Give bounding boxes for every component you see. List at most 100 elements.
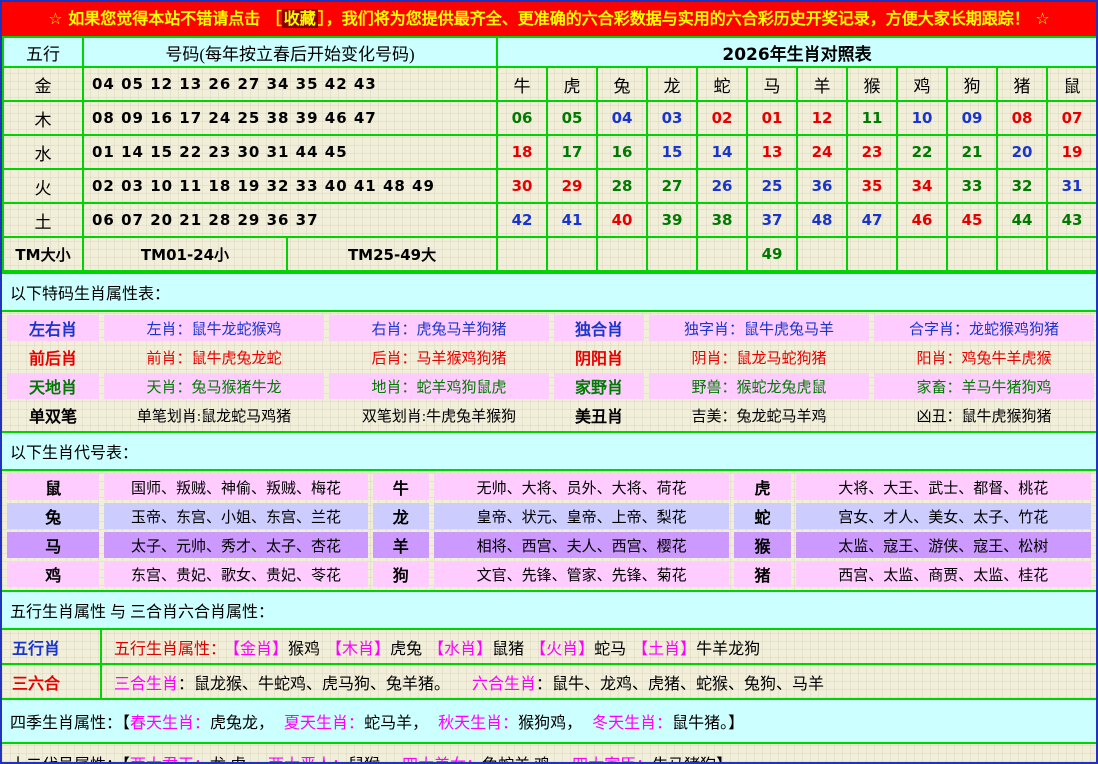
attr-cell: 独字肖：鼠牛虎兔马羊 bbox=[649, 315, 869, 341]
zodiac-number-cell: 30 bbox=[497, 169, 547, 203]
element-zodiacs: 牛羊龙狗 bbox=[696, 641, 760, 658]
bookmark-link[interactable]: 收藏 bbox=[282, 9, 318, 28]
element-zodiacs: 鼠猪 bbox=[492, 641, 524, 658]
elements-zodiac-table: 五行 号码(每年按立春后开始变化号码) 2026年生肖对照表 金 04 05 1… bbox=[2, 36, 1098, 272]
zodiac-header-cell: 虎 bbox=[547, 67, 597, 101]
year-label: 2026 bbox=[722, 45, 769, 65]
sanhe-zodiacs: ：鼠龙猴、牛蛇鸡、虎马狗、兔羊猪。 bbox=[178, 676, 450, 693]
attr-cell: 野兽：猴蛇龙兔虎鼠 bbox=[649, 373, 869, 399]
attr-cell: 阴肖：鼠龙马蛇狗猪 bbox=[649, 344, 869, 370]
sanliuhe-row: 三六合 三合生肖：鼠龙猴、牛蛇鸡、虎马狗、兔羊猪。六合生肖：鼠牛、龙鸡、虎猪、蛇… bbox=[2, 665, 1096, 700]
seasons-prefix: 四季生肖属性：【 bbox=[10, 715, 130, 732]
zodiac-number-cell: 45 bbox=[947, 203, 997, 237]
zodiac-number-cell: 17 bbox=[547, 135, 597, 169]
zodiac-codes-table: 鼠 国师、叛贼、神偷、叛贼、梅花 牛 无帅、大将、员外、大将、荷花 虎 大将、大… bbox=[2, 471, 1096, 590]
code-names: 东宫、贵妃、歌女、贵妃、苓花 bbox=[104, 561, 367, 587]
twelve-label: 四大美女： bbox=[402, 757, 482, 764]
element-numbers: 04 05 12 13 26 27 34 35 42 43 bbox=[83, 67, 497, 101]
attr-cell: 左肖：鼠牛龙蛇猴鸡 bbox=[104, 315, 324, 341]
tm-empty-cell bbox=[697, 237, 747, 271]
zodiac-number-cell: 29 bbox=[547, 169, 597, 203]
twelve-prefix: 十二代号属性：【 bbox=[10, 757, 130, 764]
zodiac-number-cell: 22 bbox=[897, 135, 947, 169]
zodiac-number-cell: 07 bbox=[1047, 101, 1097, 135]
code-row: 鼠 国师、叛贼、神偷、叛贼、梅花 牛 无帅、大将、员外、大将、荷花 虎 大将、大… bbox=[7, 474, 1091, 500]
sanhe-label: 三合生肖 bbox=[114, 676, 178, 693]
zodiac-header-cell: 猴 bbox=[847, 67, 897, 101]
twelve-suffix: 】 bbox=[716, 757, 732, 764]
twelve-codes-row: 十二代号属性：【两大君王：龙 虎两大恶人：鼠猴四大美女：兔蛇羊 鸡四大家臣：牛马… bbox=[2, 744, 1096, 764]
zodiac-number-cell: 03 bbox=[647, 101, 697, 135]
attr-cell: 前肖：鼠牛虎兔龙蛇 bbox=[104, 344, 324, 370]
season-zodiacs: 蛇马羊， bbox=[364, 715, 428, 732]
code-section-title: 以下生肖代号表： bbox=[2, 431, 1096, 471]
code-row: 鸡 东宫、贵妃、歌女、贵妃、苓花 狗 文官、先锋、管家、先锋、菊花 猪 西宫、太… bbox=[7, 561, 1091, 587]
element-label: 火 bbox=[3, 169, 83, 203]
element-numbers: 06 07 20 21 28 29 36 37 bbox=[83, 203, 497, 237]
tm-empty-cell bbox=[647, 237, 697, 271]
wuxing-row-label: 五行肖 bbox=[2, 630, 102, 663]
tm-big-label: TM25-49大 bbox=[287, 237, 497, 271]
attr-cell: 双笔划肖:牛虎兔羊猴狗 bbox=[329, 402, 549, 428]
code-names: 宫女、才人、美女、太子、竹花 bbox=[796, 503, 1091, 529]
tm-size-label: TM大小 bbox=[3, 237, 83, 271]
attr-cell: 阳肖：鸡兔牛羊虎猴 bbox=[874, 344, 1094, 370]
element-numbers: 01 14 15 22 23 30 31 44 45 bbox=[83, 135, 497, 169]
season-zodiacs: 猴狗鸡， bbox=[518, 715, 582, 732]
zodiac-number-cell: 12 bbox=[797, 101, 847, 135]
wuxing-prefix: 五行生肖属性： bbox=[114, 641, 226, 658]
zodiac-number-cell: 39 bbox=[647, 203, 697, 237]
attr-row: 前后肖 前肖：鼠牛虎兔龙蛇 后肖：马羊猴鸡狗猪 阴阳肖 阴肖：鼠龙马蛇狗猪 阳肖… bbox=[7, 344, 1094, 370]
wuxing-part: 【水肖】鼠猪 bbox=[428, 641, 524, 658]
twelve-zodiacs: 兔蛇羊 鸡 bbox=[482, 757, 550, 764]
attr-cell: 吉美：兔龙蛇马羊鸡 bbox=[649, 402, 869, 428]
zodiac-number-cell: 11 bbox=[847, 101, 897, 135]
element-row-fire: 火 02 03 10 11 18 19 32 33 40 41 48 49 30… bbox=[3, 169, 1097, 203]
zodiac-number-cell: 43 bbox=[1047, 203, 1097, 237]
zodiac-number-cell: 14 bbox=[697, 135, 747, 169]
sanliuhe-row-label: 三六合 bbox=[2, 665, 102, 698]
code-names: 大将、大王、武士、都督、桃花 bbox=[796, 474, 1091, 500]
numbers-header-cell: 号码(每年按立春后开始变化号码) bbox=[83, 37, 497, 67]
zodiac-label: 狗 bbox=[373, 561, 429, 587]
zodiac-header-cell: 兔 bbox=[597, 67, 647, 101]
zodiac-number-cell: 46 bbox=[897, 203, 947, 237]
code-row: 兔 玉帝、东宫、小姐、东宫、兰花 龙 皇帝、状元、皇帝、上帝、梨花 蛇 宫女、才… bbox=[7, 503, 1091, 529]
wuxing-part: 【土肖】牛羊龙狗 bbox=[632, 641, 760, 658]
zodiac-header-cell: 羊 bbox=[797, 67, 847, 101]
element-label: 木 bbox=[3, 101, 83, 135]
attr-cell: 后肖：马羊猴鸡狗猪 bbox=[329, 344, 549, 370]
sanliuhe-row-label-text: 三六合 bbox=[12, 670, 60, 694]
attr-label: 家野肖 bbox=[554, 373, 644, 399]
attr-label: 天地肖 bbox=[7, 373, 99, 399]
twelve-label: 四大家臣： bbox=[572, 757, 652, 764]
twelve-label: 两大君王： bbox=[130, 757, 210, 764]
zodiac-number-cell: 48 bbox=[797, 203, 847, 237]
zodiac-number-cell: 41 bbox=[547, 203, 597, 237]
season-zodiacs: 鼠牛猪。 bbox=[672, 715, 728, 732]
tm-empty-cell bbox=[547, 237, 597, 271]
zodiac-number-cell: 08 bbox=[997, 101, 1047, 135]
element-zodiacs: 蛇马 bbox=[594, 641, 626, 658]
banner-text-before: ☆ 如果您觉得本站不错请点击 ［ bbox=[48, 9, 282, 28]
zodiac-number-cell: 01 bbox=[747, 101, 797, 135]
twelve-zodiacs: 牛马猪狗 bbox=[652, 757, 716, 764]
zodiac-label: 猴 bbox=[734, 532, 790, 558]
zodiac-header-cell: 龙 bbox=[647, 67, 697, 101]
attr-cell: 凶丑：鼠牛虎猴狗猪 bbox=[874, 402, 1094, 428]
zodiac-number-cell: 19 bbox=[1047, 135, 1097, 169]
zodiac-number-cell: 10 bbox=[897, 101, 947, 135]
element-row-wood: 木 08 09 16 17 24 25 38 39 46 47 06 05 04… bbox=[3, 101, 1097, 135]
code-names: 太子、元帅、秀才、太子、杏花 bbox=[104, 532, 367, 558]
zodiac-number-cell: 04 bbox=[597, 101, 647, 135]
element-numbers: 08 09 16 17 24 25 38 39 46 47 bbox=[83, 101, 497, 135]
zodiac-number-cell: 37 bbox=[747, 203, 797, 237]
zodiac-number-cell: 05 bbox=[547, 101, 597, 135]
zodiac-attributes-table: 左右肖 左肖：鼠牛龙蛇猴鸡 右肖：虎兔马羊狗猪 独合肖 独字肖：鼠牛虎兔马羊 合… bbox=[2, 312, 1098, 431]
tm-empty-cell bbox=[847, 237, 897, 271]
element-label: 金 bbox=[3, 67, 83, 101]
code-names: 文官、先锋、管家、先锋、菊花 bbox=[434, 561, 729, 587]
seasons-suffix: 】 bbox=[728, 715, 744, 732]
attr-label: 前后肖 bbox=[7, 344, 99, 370]
code-names: 相将、西宫、夫人、西宫、樱花 bbox=[434, 532, 729, 558]
